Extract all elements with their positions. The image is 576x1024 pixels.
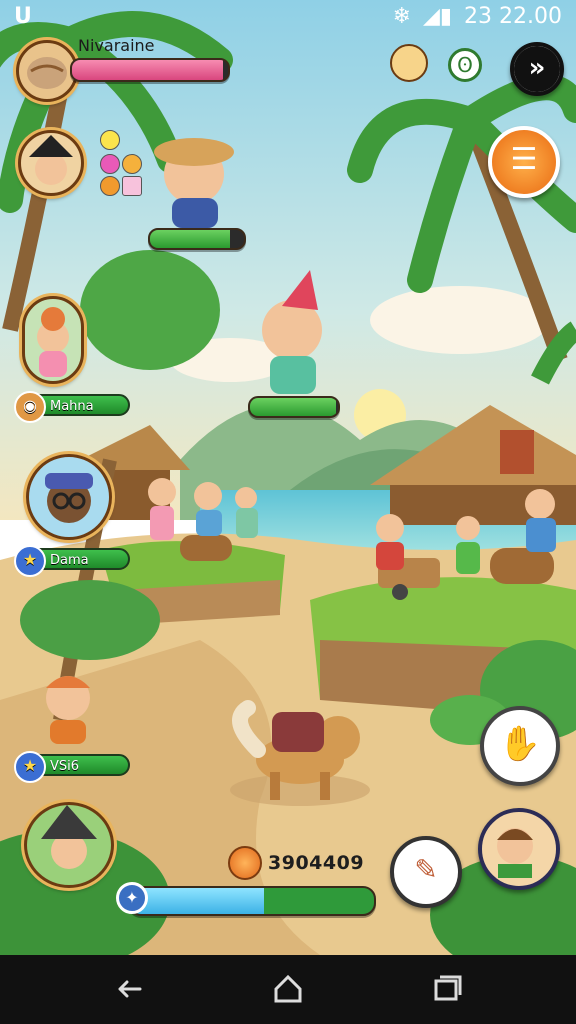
player-avatar[interactable] [16,40,78,102]
player-name: Nivaraine [78,36,155,55]
back-button[interactable] [110,969,150,1009]
snowflake-icon: ❄ [392,4,411,29]
flower-icon [100,130,120,150]
villager-portrait-wizard[interactable] [24,802,114,888]
hand-grab-icon: ✋ [498,724,542,764]
villager-face-icon [29,135,73,185]
tool-icon: ✎ [414,853,438,886]
image-icon [122,176,142,196]
skip-button[interactable]: » [510,42,564,96]
recent-apps-icon [434,975,462,1001]
villager-energy-bar [148,228,246,250]
villager-portrait-witch[interactable] [18,130,84,196]
status-effect-icons [98,128,142,196]
villager-face-icon [37,307,69,377]
menu-icon: ☰ [510,142,538,177]
character-icon [497,828,533,878]
villager-name-bar: ★ Dama [14,545,130,577]
resource-count: 3904409 [268,852,365,874]
star-icon: ★ [14,751,46,783]
sun-icon [122,154,142,174]
home-icon [274,974,302,1003]
villager-face-icon [41,805,97,869]
villager-energy-fill [150,230,230,248]
shield-icon [100,176,120,196]
status-time: 23 22.00 [464,4,562,29]
coin-icon: ◉ [14,391,46,423]
villager-portrait-vsie[interactable] [30,664,106,746]
coconut-icon [27,57,67,89]
resource-progress-bar [128,886,376,916]
villager-name-bar: ★ VSi6 [14,751,130,783]
signal-icon: ◢▮ [423,4,453,29]
villager-name: Mahna [50,399,94,414]
villager-name-bar: ◉ Mahna [14,391,130,423]
gem-icon [100,154,120,174]
menu-button[interactable]: ☰ [488,126,560,198]
recent-apps-button[interactable] [426,969,466,1009]
system-nav-bar [0,955,576,1024]
villager-energy-fill [250,398,337,416]
app-glyph: U [14,4,32,29]
player-health-bar [70,58,230,82]
villager-face-icon[interactable] [390,44,428,82]
star-icon: ★ [14,545,46,577]
villager-energy-bar [248,396,340,418]
villager-portrait-mahna[interactable] [22,296,84,384]
villager-name: Dama [50,553,89,568]
crystal-icon: ✦ [116,882,148,914]
home-button[interactable] [268,969,308,1009]
villager-name: VSi6 [50,759,80,774]
grab-button[interactable]: ✋ [480,706,560,786]
villager-face-icon [45,473,93,523]
villager-portrait-dama[interactable] [26,454,112,540]
tool-button[interactable]: ✎ [390,836,462,908]
character-button[interactable] [478,808,560,890]
mood-indicator-icon[interactable]: ʘ [448,48,482,82]
orange-fruit-icon [228,846,262,880]
player-health-fill [72,60,224,80]
back-icon [118,980,142,998]
status-bar: U ❄ ◢▮ 23 22.00 [0,0,576,34]
resource-progress-fill [130,888,265,914]
villager-face-icon [46,676,90,744]
skip-arrow-icon: » [514,46,560,92]
